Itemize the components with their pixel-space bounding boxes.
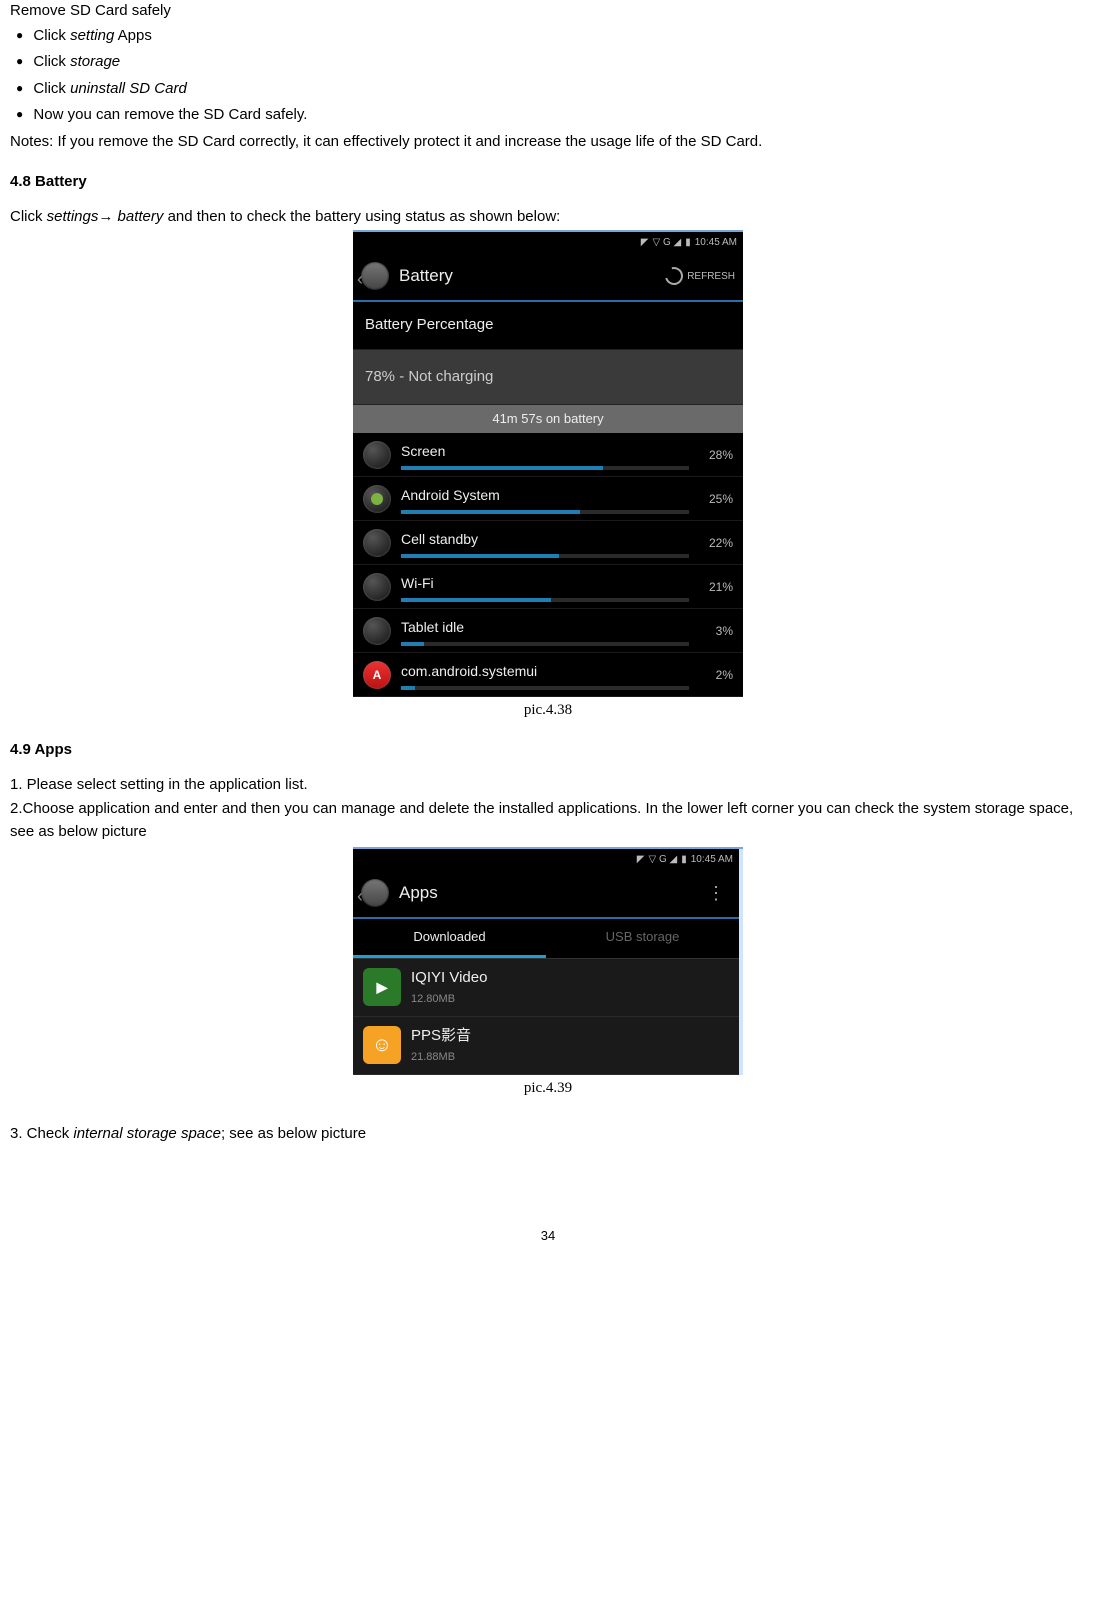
page-number: 34 (10, 1226, 1086, 1246)
app-usage-icon (363, 573, 391, 601)
battery-usage-row[interactable]: Cell standby 22% (353, 521, 743, 565)
usage-name: Android System (401, 485, 689, 506)
bullet-3: Click uninstall SD Card (10, 76, 1086, 103)
battery-usage-row[interactable]: Tablet idle 3% (353, 609, 743, 653)
app-usage-icon (363, 617, 391, 645)
section49-line2: 2.Choose application and enter and then … (10, 798, 1086, 843)
apps-title: Apps (399, 880, 707, 906)
usage-percent: 28% (699, 446, 733, 464)
battery-usage-row[interactable]: com.android.systemui 2% (353, 653, 743, 697)
usage-name: Cell standby (401, 529, 689, 550)
usage-name: Tablet idle (401, 617, 689, 638)
refresh-icon (662, 264, 687, 289)
app-usage-icon (363, 441, 391, 469)
usage-bar (401, 598, 689, 602)
caption-1: pic.4.38 (10, 699, 1086, 722)
app-row[interactable]: PPS影音21.88MB (353, 1017, 739, 1075)
usage-percent: 25% (699, 490, 733, 508)
usage-name: com.android.systemui (401, 661, 689, 682)
battery-header[interactable]: Battery REFRESH (353, 252, 743, 302)
battery-title: Battery (399, 263, 665, 289)
menu-dots-icon[interactable]: ⋮ (707, 888, 731, 898)
notes-text: Notes: If you remove the SD Card correct… (10, 131, 1086, 154)
time-on-battery: 41m 57s on battery (353, 405, 743, 433)
usage-percent: 22% (699, 534, 733, 552)
bullet-4: Now you can remove the SD Card safely. (10, 102, 1086, 129)
app-row[interactable]: IQIYI Video12.80MB (353, 959, 739, 1017)
apps-header[interactable]: Apps ⋮ (353, 869, 739, 919)
usage-bar (401, 466, 689, 470)
battery-screenshot: ◤ ▽ G ◢ ▮ 10:45 AM Battery REFRESH Batte… (353, 230, 743, 697)
line3: 3. Check internal storage space; see as … (10, 1123, 1086, 1146)
usage-bar (401, 510, 689, 514)
usage-bar (401, 642, 689, 646)
heading-4-8: 4.8 Battery (10, 171, 1086, 194)
tab-downloaded[interactable]: Downloaded (353, 919, 546, 958)
battery-usage-row[interactable]: Android System 25% (353, 477, 743, 521)
network-icon: ▽ G ◢ (649, 852, 678, 867)
section49-line1: 1. Please select setting in the applicat… (10, 774, 1086, 797)
refresh-button[interactable]: REFRESH (665, 267, 735, 285)
battery-icon: ▮ (681, 852, 687, 867)
intro-title: Remove SD Card safely (10, 0, 1086, 23)
status-time: 10:45 AM (695, 235, 737, 250)
app-name: PPS影音 (411, 1025, 471, 1048)
battery-icon: ▮ (685, 235, 691, 250)
app-usage-icon (363, 529, 391, 557)
status-time-2: 10:45 AM (691, 852, 733, 867)
app-size: 12.80MB (411, 991, 487, 1008)
app-usage-icon (363, 485, 391, 513)
battery-usage-row[interactable]: Wi-Fi 21% (353, 565, 743, 609)
battery-usage-row[interactable]: Screen 28% (353, 433, 743, 477)
heading-4-9: 4.9 Apps (10, 739, 1086, 762)
app-size: 21.88MB (411, 1049, 471, 1066)
status-bar-2: ◤ ▽ G ◢ ▮ 10:45 AM (353, 849, 739, 869)
usage-percent: 2% (699, 666, 733, 684)
tab-usb-storage[interactable]: USB storage (546, 919, 739, 958)
apps-screenshot: ◤ ▽ G ◢ ▮ 10:45 AM Apps ⋮ Downloaded USB… (353, 847, 743, 1075)
app-name: IQIYI Video (411, 967, 487, 990)
battery-percentage-label[interactable]: Battery Percentage (353, 302, 743, 350)
section48-line: Click settings→ battery and then to chec… (10, 206, 1086, 229)
usage-percent: 21% (699, 578, 733, 596)
signal-icon: ◤ (641, 235, 649, 250)
status-bar: ◤ ▽ G ◢ ▮ 10:45 AM (353, 232, 743, 252)
network-icon: ▽ G ◢ (653, 235, 682, 250)
usage-percent: 3% (699, 622, 733, 640)
app-usage-icon (363, 661, 391, 689)
gear-icon[interactable] (361, 879, 389, 907)
usage-bar (401, 686, 689, 690)
bullet-2: Click storage (10, 49, 1086, 76)
usage-bar (401, 554, 689, 558)
app-icon (363, 968, 401, 1006)
gear-icon[interactable] (361, 262, 389, 290)
apps-tabs: Downloaded USB storage (353, 919, 739, 959)
signal-icon: ◤ (637, 852, 645, 867)
usage-name: Screen (401, 441, 689, 462)
intro-bullets: Click setting Apps Click storage Click u… (10, 23, 1086, 129)
usage-name: Wi-Fi (401, 573, 689, 594)
caption-2: pic.4.39 (10, 1077, 1086, 1100)
battery-percentage-status[interactable]: 78% - Not charging (353, 350, 743, 406)
bullet-1: Click setting Apps (10, 23, 1086, 50)
app-icon (363, 1026, 401, 1064)
